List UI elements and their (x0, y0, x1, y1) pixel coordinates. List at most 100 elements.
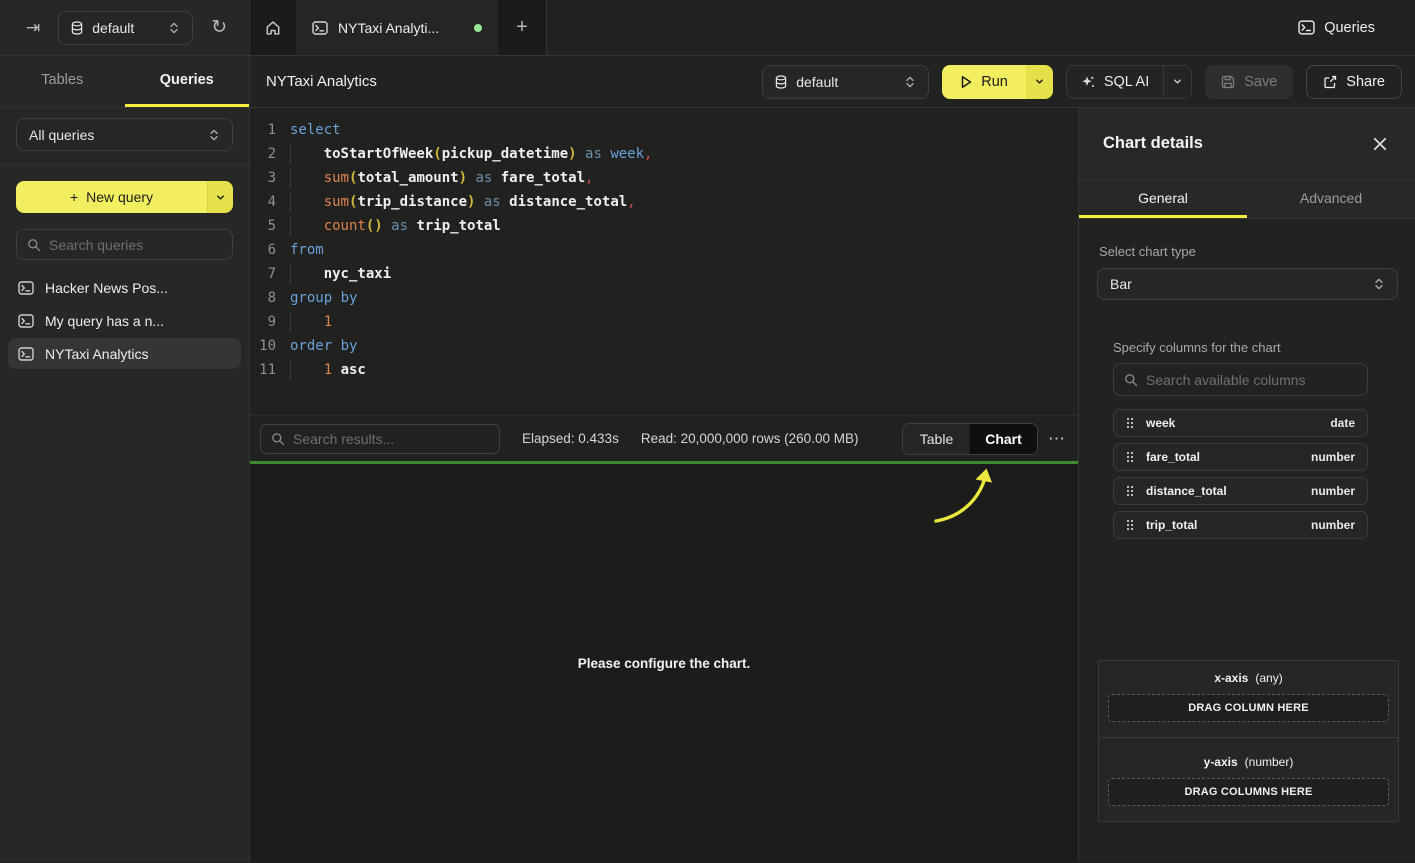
results-search-box (260, 424, 500, 454)
topbar-database-value: default (92, 20, 159, 36)
y-axis-name: y-axis (1204, 755, 1238, 769)
column-chip-week[interactable]: week date (1113, 409, 1368, 437)
drag-handle-icon (1126, 417, 1134, 429)
save-button[interactable]: Save (1205, 65, 1293, 99)
sql-ai-label: SQL AI (1104, 74, 1149, 90)
header-controls: default Run SQL AI (762, 65, 1402, 99)
line-number: 1 (250, 118, 276, 142)
chart-area: Please configure the chart. (250, 464, 1078, 862)
column-name: trip_total (1146, 518, 1299, 532)
results-toolbar: Elapsed: 0.433s Read: 20,000,000 rows (2… (250, 415, 1078, 461)
save-label: Save (1244, 74, 1277, 90)
query-list: Hacker News Pos... My query has a n... N… (8, 272, 241, 369)
query-item-label: Hacker News Pos... (45, 280, 168, 296)
new-query-button[interactable]: + New query (16, 181, 207, 213)
new-query-label: New query (86, 189, 153, 205)
new-tab-button[interactable]: + (498, 0, 546, 55)
x-axis-type: (any) (1255, 671, 1282, 685)
sidebar: Tables Queries All queries + New query (0, 56, 250, 862)
share-button[interactable]: Share (1306, 65, 1402, 99)
chart-type-value: Bar (1110, 276, 1364, 292)
column-chip-distance-total[interactable]: distance_total number (1113, 477, 1368, 505)
query-item-label: My query has a n... (45, 313, 164, 329)
sql-ai-caret-button[interactable] (1163, 66, 1191, 98)
header-database-value: default (796, 74, 895, 90)
query-search-input[interactable] (49, 237, 222, 253)
column-type: number (1311, 518, 1355, 532)
y-axis-title: y-axis(number) (1108, 755, 1389, 769)
content: Tables Queries All queries + New query (0, 56, 1415, 862)
run-button[interactable]: Run (942, 65, 1026, 99)
query-list-item-selected[interactable]: NYTaxi Analytics (8, 338, 241, 369)
query-list-item[interactable]: My query has a n... (8, 305, 241, 336)
y-axis-drop-zone[interactable]: DRAG COLUMNS HERE (1108, 778, 1389, 806)
query-title: NYTaxi Analytics (266, 73, 377, 90)
sidebar-tab-tables[interactable]: Tables (0, 56, 125, 107)
line-number: 6 (250, 238, 276, 262)
columns-section-label: Specify columns for the chart (1113, 340, 1368, 355)
code-line: 9 1 (250, 310, 1078, 334)
drag-handle-icon (1126, 519, 1134, 531)
query-list-item[interactable]: Hacker News Pos... (8, 272, 241, 303)
tab-general[interactable]: General (1079, 180, 1247, 218)
editor-tab-title: NYTaxi Analyti... (338, 20, 464, 36)
chevron-updown-icon (1373, 277, 1385, 291)
run-caret-button[interactable] (1026, 65, 1053, 99)
column-type: date (1330, 416, 1355, 430)
line-number: 5 (250, 214, 276, 238)
chart-view-button[interactable]: Chart (970, 424, 1037, 454)
editor-tab-nytaxi[interactable]: NYTaxi Analyti... (296, 0, 498, 55)
sidebar-tab-queries[interactable]: Queries (125, 56, 250, 107)
query-search-box (16, 229, 233, 260)
tab-advanced[interactable]: Advanced (1247, 180, 1415, 218)
sql-editor[interactable]: 1 select 2 toStartOfWeek(pickup_datetime… (250, 108, 1078, 415)
column-chip-fare-total[interactable]: fare_total number (1113, 443, 1368, 471)
line-number: 3 (250, 166, 276, 190)
query-filter-select[interactable]: All queries (16, 118, 233, 151)
columns-search-input[interactable] (1146, 372, 1357, 388)
line-number: 2 (250, 142, 276, 166)
code-line: 7 nyc_taxi (250, 262, 1078, 286)
collapse-sidebar-icon[interactable]: ⇥ (22, 15, 44, 40)
new-query-caret-button[interactable] (207, 181, 233, 213)
x-axis-name: x-axis (1214, 671, 1248, 685)
terminal-icon (18, 314, 34, 328)
column-name: fare_total (1146, 450, 1299, 464)
chart-type-select[interactable]: Bar (1097, 268, 1398, 300)
code-line: 4 sum(trip_distance) as distance_total, (250, 190, 1078, 214)
chevron-down-icon (215, 192, 226, 203)
close-panel-button[interactable] (1369, 132, 1391, 155)
line-number: 8 (250, 286, 276, 310)
axes-config-box: x-axis (any) DRAG COLUMN HERE y-axis(numb… (1098, 660, 1399, 822)
column-name: week (1146, 416, 1318, 430)
rows-read-stat: Read: 20,000,000 rows (260.00 MB) (641, 431, 859, 446)
results-more-menu[interactable]: ⋯ (1048, 429, 1066, 449)
header-database-selector[interactable]: default (762, 65, 929, 99)
terminal-icon (1298, 20, 1315, 35)
line-number: 10 (250, 334, 276, 358)
close-icon (1373, 137, 1387, 151)
query-filter-value: All queries (29, 127, 199, 143)
x-axis-drop-zone[interactable]: DRAG COLUMN HERE (1108, 694, 1389, 722)
column-name: distance_total (1146, 484, 1299, 498)
column-type: number (1311, 484, 1355, 498)
column-chip-trip-total[interactable]: trip_total number (1113, 511, 1368, 539)
database-icon (775, 75, 787, 89)
chevron-updown-icon (904, 75, 916, 89)
topbar-database-selector[interactable]: default (58, 11, 193, 45)
search-icon (27, 238, 41, 252)
refresh-icon[interactable]: ↻ (207, 14, 231, 41)
save-icon (1221, 75, 1235, 89)
home-icon (265, 20, 281, 36)
columns-search-box (1113, 363, 1368, 396)
database-icon (71, 21, 83, 35)
sql-ai-button[interactable]: SQL AI (1067, 66, 1163, 98)
panel-tabs: General Advanced (1079, 180, 1415, 219)
view-toggle: Table Chart (902, 423, 1038, 455)
y-axis-section: y-axis(number) DRAG COLUMNS HERE (1099, 737, 1398, 821)
home-button[interactable] (250, 0, 296, 55)
table-view-button[interactable]: Table (903, 424, 970, 454)
query-filter-section: All queries (0, 108, 249, 165)
results-search-input[interactable] (293, 431, 489, 447)
queries-panel-button[interactable]: Queries (1284, 0, 1389, 55)
